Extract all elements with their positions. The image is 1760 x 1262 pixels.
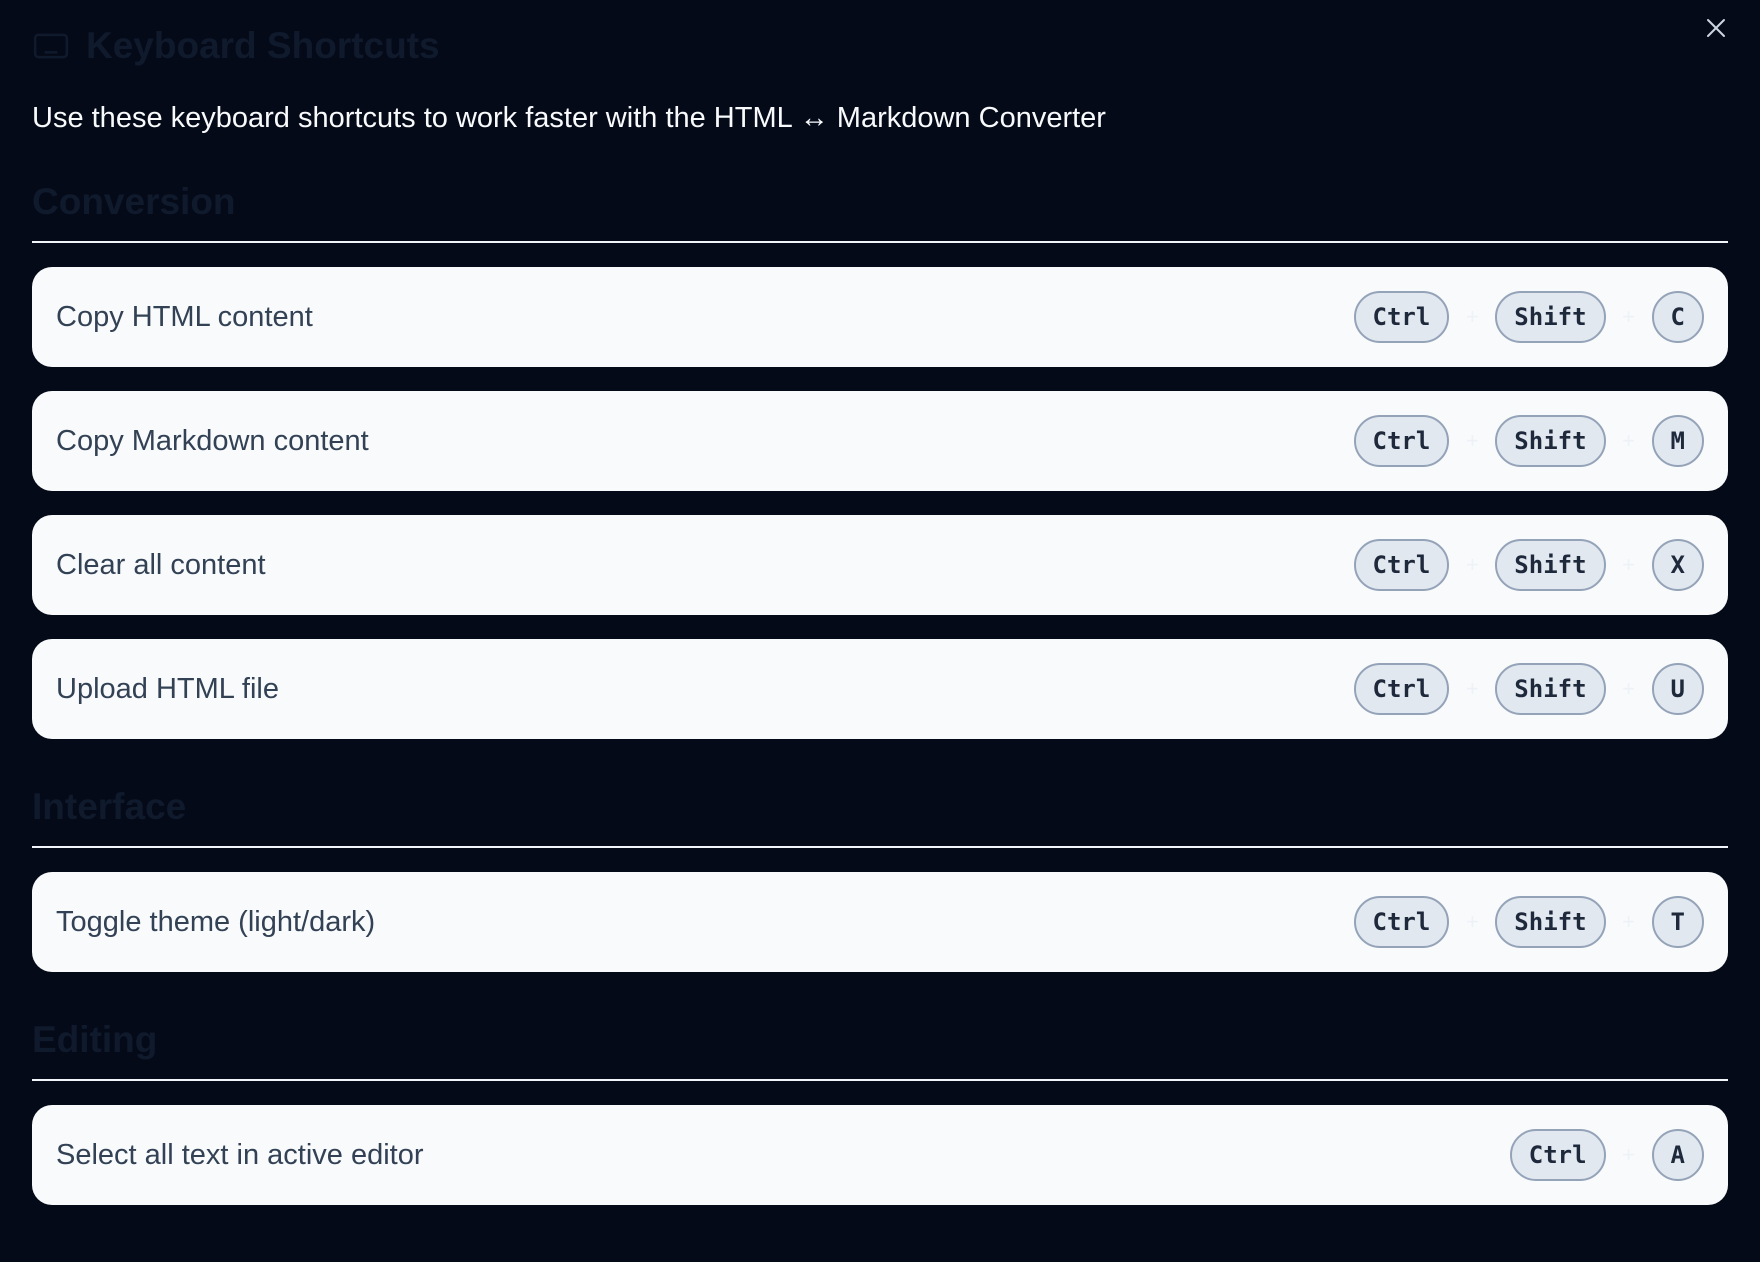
key-separator: + [1622,428,1635,453]
shortcut-row: Copy Markdown content Ctrl + Shift + M [32,391,1728,491]
shortcut-row: Clear all content Ctrl + Shift + X [32,515,1728,615]
section-title: Interface [32,786,187,827]
key-cap: Shift [1495,291,1606,343]
shortcut-row: Toggle theme (light/dark) Ctrl + Shift + T [32,872,1728,972]
shortcut-sections: Conversion Copy HTML content Ctrl + Shift + C C… [32,182,1728,1205]
key-separator: + [1465,428,1479,453]
key-cap: Ctrl [1509,1129,1606,1181]
key-cap: Ctrl [1353,663,1450,715]
section-divider [32,1079,1728,1081]
key-cap: M [1651,415,1704,467]
shortcut-label: Toggle theme (light/dark) [56,905,376,938]
key-cap: Ctrl [1353,539,1450,591]
key-cap: T [1651,896,1704,948]
keyboard-icon [33,33,69,59]
shortcut-label: Copy Markdown content [56,424,369,457]
section-title: Conversion [32,181,236,222]
shortcut-keys: Ctrl + A [1509,1129,1704,1181]
section-interface: Interface Toggle theme (light/dark) Ctrl + S… [32,787,1728,972]
key-separator: + [1622,552,1635,577]
close-icon [1707,19,1725,37]
section-divider [32,846,1728,848]
key-cap: Ctrl [1353,291,1450,343]
key-cap: A [1651,1129,1704,1181]
shortcut-keys: Ctrl + Shift + T [1353,896,1704,948]
key-cap: Shift [1495,415,1606,467]
shortcut-label: Copy HTML content [56,300,313,333]
key-cap: Ctrl [1353,896,1450,948]
key-separator: + [1465,909,1479,934]
key-cap: Ctrl [1353,415,1450,467]
key-cap: X [1651,539,1704,591]
shortcut-label: Clear all content [56,548,266,581]
keyboard-shortcuts-dialog: Keyboard Shortcuts Use these keyboard sh… [0,0,1760,1262]
section-title: Editing [32,1019,158,1060]
shortcut-row: Upload HTML file Ctrl + Shift + U [32,639,1728,739]
close-button[interactable] [1696,8,1736,48]
key-cap: Shift [1495,896,1606,948]
shortcut-row: Copy HTML content Ctrl + Shift + C [32,267,1728,367]
dialog-title: Keyboard Shortcuts [86,25,440,66]
key-separator: + [1465,676,1479,701]
key-separator: + [1622,676,1635,701]
dialog-header: Keyboard Shortcuts [32,0,1728,92]
key-separator: + [1465,552,1479,577]
key-separator: + [1622,909,1635,934]
key-separator: + [1622,304,1635,329]
dialog-description: Use these keyboard shortcuts to work fas… [32,102,1106,134]
key-cap: C [1651,291,1704,343]
key-cap: Shift [1495,539,1606,591]
shortcut-row: Select all text in active editor Ctrl + A [32,1105,1728,1205]
key-separator: + [1465,304,1479,329]
key-cap: U [1651,663,1704,715]
section-conversion: Conversion Copy HTML content Ctrl + Shift + C C… [32,182,1728,739]
key-cap: Shift [1495,663,1606,715]
shortcut-keys: Ctrl + Shift + U [1353,663,1704,715]
shortcut-keys: Ctrl + Shift + M [1353,415,1704,467]
key-separator: + [1622,1142,1635,1167]
shortcut-keys: Ctrl + Shift + C [1353,291,1704,343]
section-divider [32,241,1728,243]
shortcut-keys: Ctrl + Shift + X [1353,539,1704,591]
section-editing: Editing Select all text in active editor C… [32,1020,1728,1205]
shortcut-label: Upload HTML file [56,672,279,705]
shortcut-label: Select all text in active editor [56,1138,424,1171]
